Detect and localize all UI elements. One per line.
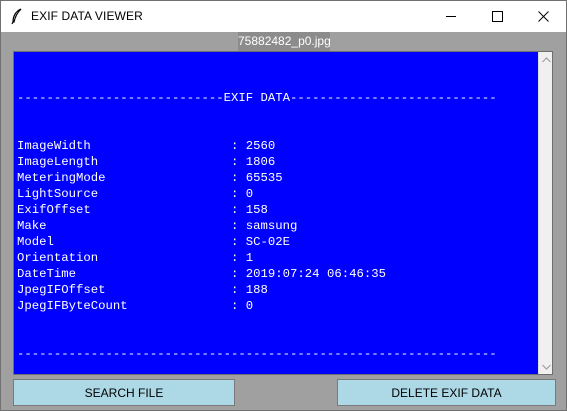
exif-separator: : — [231, 171, 246, 185]
exif-row: LightSource: 0 — [17, 186, 539, 202]
exif-rows: ImageWidth: 2560 ImageLength: 1806 Meterin… — [17, 138, 539, 314]
exif-key: LightSource — [17, 187, 99, 201]
exif-key: ExifOffset — [17, 203, 91, 217]
exif-key: ImageLength — [17, 155, 99, 169]
exif-value: 2019:07:24 06:46:35 — [245, 267, 386, 281]
chevron-up-icon — [541, 56, 551, 62]
exif-footer-line: ----------------------------------------… — [17, 347, 497, 361]
window-title: EXIF DATA VIEWER — [31, 9, 143, 23]
exif-key: JpegIFOffset — [17, 283, 106, 297]
exif-row: Make: samsung — [17, 218, 539, 234]
exif-row: ImageWidth: 2560 — [17, 138, 539, 154]
exif-text-area[interactable]: ----------------------------EXIF DATA---… — [13, 51, 553, 375]
exif-separator: : — [231, 283, 246, 297]
exif-separator: : — [231, 251, 246, 265]
exif-separator: : — [231, 187, 246, 201]
exif-separator: : — [231, 155, 246, 169]
exif-value: samsung — [245, 219, 298, 233]
exif-separator: : — [231, 267, 246, 281]
close-icon — [537, 11, 549, 22]
vertical-scrollbar[interactable] — [538, 52, 552, 374]
exif-key: ImageWidth — [17, 139, 91, 153]
exif-row: MeteringMode: 65535 — [17, 170, 539, 186]
scroll-down-button[interactable] — [539, 359, 553, 374]
maximize-icon — [491, 11, 503, 22]
exif-value: 65535 — [245, 171, 283, 185]
exif-row: ExifOffset: 158 — [17, 202, 539, 218]
exif-text-content: ----------------------------EXIF DATA---… — [17, 58, 539, 394]
exif-value: 2560 — [245, 139, 276, 153]
exif-row: DateTime: 2019:07:24 06:46:35 — [17, 266, 539, 282]
exif-key: MeteringMode — [17, 171, 106, 185]
exif-value: 0 — [245, 299, 254, 313]
exif-value: 0 — [245, 187, 254, 201]
exif-separator: : — [231, 203, 246, 217]
minimize-icon — [445, 16, 456, 17]
chevron-down-icon — [541, 364, 551, 370]
minimize-button[interactable] — [428, 1, 474, 32]
search-file-button[interactable]: SEARCH FILE — [13, 379, 235, 406]
exif-separator: : — [231, 235, 246, 249]
exif-value: 1806 — [245, 155, 276, 169]
exif-key: Model — [17, 235, 54, 249]
delete-exif-data-button[interactable]: DELETE EXIF DATA — [337, 379, 556, 406]
exif-value: 1 — [245, 251, 254, 265]
exif-value: SC-02E — [245, 235, 291, 249]
exif-row: ImageLength: 1806 — [17, 154, 539, 170]
exif-row: JpegIFByteCount: 0 — [17, 298, 539, 314]
maximize-button[interactable] — [474, 1, 520, 32]
feather-icon — [10, 8, 24, 25]
exif-key: Make — [17, 219, 47, 233]
exif-key: Orientation — [17, 251, 99, 265]
exif-separator: : — [231, 299, 246, 313]
exif-key: JpegIFByteCount — [17, 299, 128, 313]
title-bar[interactable]: EXIF DATA VIEWER — [1, 1, 566, 32]
exif-header-line: ----------------------------EXIF DATA---… — [17, 91, 497, 105]
exif-key: DateTime — [17, 267, 77, 281]
exif-row: Model: SC-02E — [17, 234, 539, 250]
file-name-label: 75882482_p0.jpg — [238, 32, 331, 51]
close-button[interactable] — [520, 1, 566, 32]
exif-separator: : — [231, 219, 246, 233]
exif-value: 188 — [245, 283, 268, 297]
exif-row: JpegIFOffset: 188 — [17, 282, 539, 298]
scroll-up-button[interactable] — [539, 52, 553, 67]
exif-separator: : — [231, 139, 246, 153]
exif-value: 158 — [245, 203, 268, 217]
exif-row: Orientation: 1 — [17, 250, 539, 266]
app-window: EXIF DATA VIEWER 75882482_p0.jpg -------… — [0, 0, 567, 411]
